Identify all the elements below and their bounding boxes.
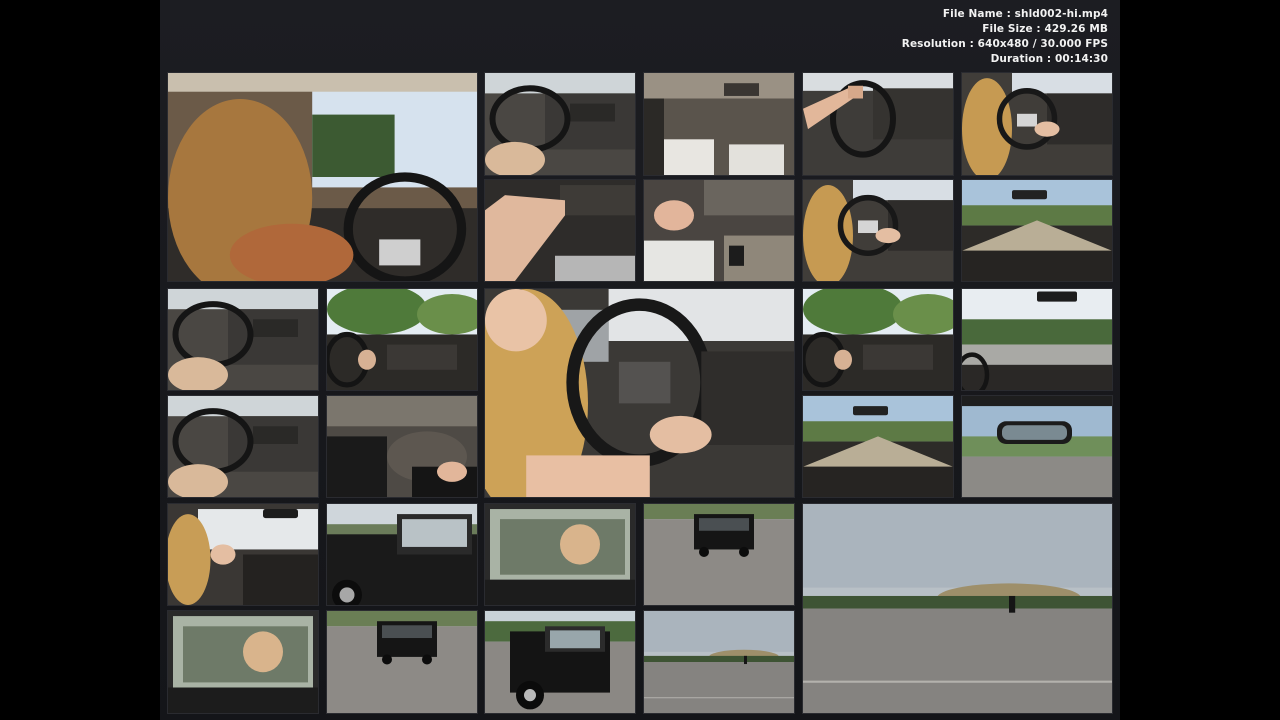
video-thumbnail: [484, 503, 636, 606]
thumbnail-frame-image: [644, 611, 794, 713]
video-thumbnail: [167, 72, 478, 282]
video-thumbnail: [802, 72, 954, 176]
video-thumbnail: [167, 610, 319, 714]
video-thumbnail: [167, 288, 319, 391]
video-thumbnail: [643, 179, 795, 282]
video-thumbnail: [484, 179, 636, 282]
thumbnail-frame-image: [644, 73, 794, 175]
contact-sheet: File Name : shld002-hi.mp4 File Size : 4…: [160, 0, 1120, 720]
thumbnail-frame-image: [168, 289, 318, 390]
thumbnail-frame-image: [327, 289, 477, 390]
thumbnail-frame-image: [803, 180, 953, 281]
video-thumbnail: [643, 72, 795, 176]
thumbnail-frame-image: [485, 289, 794, 497]
thumbnail-frame-image: [962, 73, 1112, 175]
video-thumbnail: [484, 610, 636, 714]
video-thumbnail: [961, 288, 1113, 391]
thumbnail-frame-image: [168, 396, 318, 497]
video-thumbnail: [326, 395, 478, 498]
thumbnail-frame-image: [485, 611, 635, 713]
video-thumbnail: [961, 72, 1113, 176]
video-thumbnail: [484, 288, 795, 498]
thumbnail-frame-image: [485, 504, 635, 605]
video-thumbnail: [643, 610, 795, 714]
thumbnail-frame-image: [803, 73, 953, 175]
video-thumbnail: [484, 72, 636, 176]
thumbnail-frame-image: [485, 73, 635, 175]
thumbnail-frame-image: [327, 611, 477, 713]
video-thumbnail: [167, 503, 319, 606]
video-thumbnail: [802, 395, 954, 498]
video-thumbnail: [326, 610, 478, 714]
video-thumbnail: [961, 395, 1113, 498]
video-thumbnail: [326, 503, 478, 606]
thumbnail-frame-image: [962, 289, 1112, 390]
thumbnail-frame-image: [168, 504, 318, 605]
thumbnail-frame-image: [327, 504, 477, 605]
video-thumbnail: [167, 395, 319, 498]
thumbnail-frame-image: [962, 396, 1112, 497]
thumbnail-frame-image: [327, 396, 477, 497]
thumbnail-frame-image: [803, 396, 953, 497]
thumbnail-frame-image: [803, 504, 1112, 713]
thumbnail-frame-image: [962, 180, 1112, 281]
video-thumbnail: [802, 179, 954, 282]
thumbnail-frame-image: [644, 504, 794, 605]
video-thumbnail: [802, 288, 954, 391]
video-thumbnail: [802, 503, 1113, 714]
thumbnail-frame-image: [168, 611, 318, 713]
video-thumbnail: [326, 288, 478, 391]
thumbnail-frame-image: [168, 73, 477, 281]
thumbnail-grid: [160, 0, 1120, 720]
video-thumbnail: [643, 503, 795, 606]
thumbnail-frame-image: [485, 180, 635, 281]
thumbnail-frame-image: [644, 180, 794, 281]
thumbnail-frame-image: [803, 289, 953, 390]
video-thumbnail: [961, 179, 1113, 282]
